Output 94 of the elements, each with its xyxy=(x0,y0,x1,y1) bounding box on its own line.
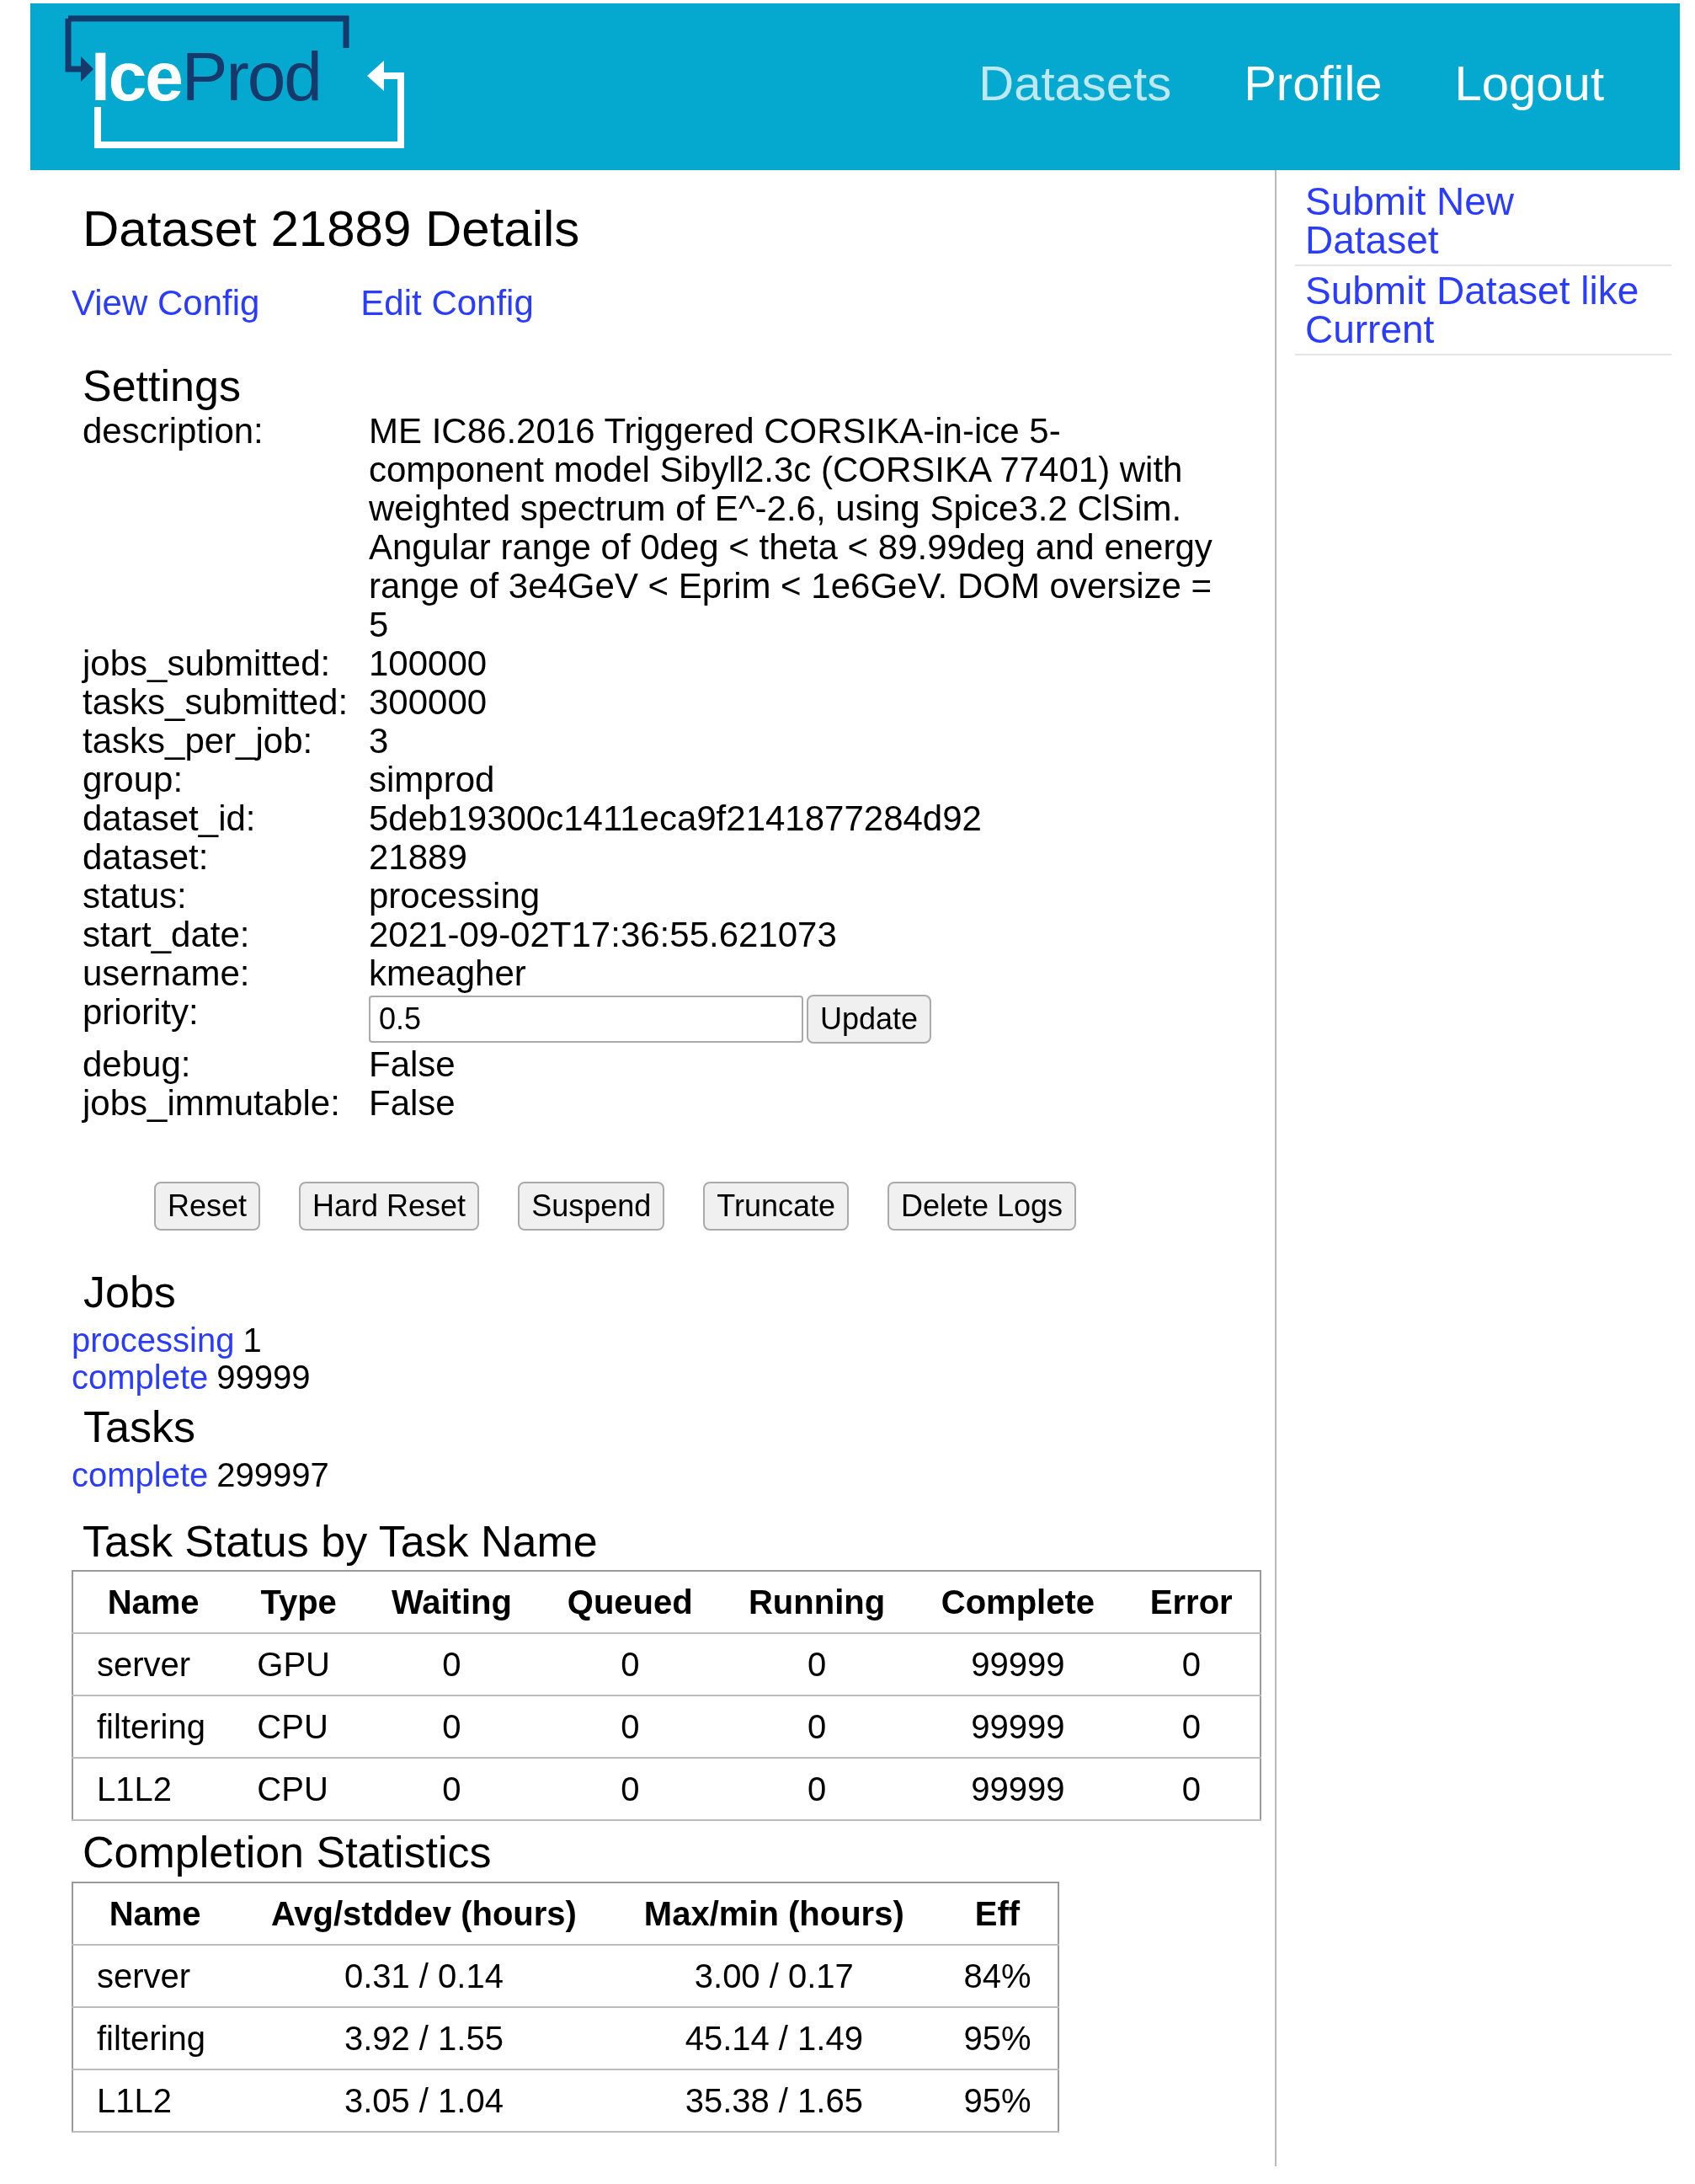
action-button[interactable]: Suspend xyxy=(518,1182,665,1231)
table-cell: 0.31 / 0.14 xyxy=(237,1944,611,2007)
logo-text: Ice xyxy=(91,42,182,111)
table-cell: 0 xyxy=(364,1695,540,1759)
table-cell: 3.00 / 0.17 xyxy=(610,1944,937,2007)
table-cell: 99999 xyxy=(913,1633,1123,1696)
column-header: Type xyxy=(233,1571,365,1634)
setting-value: 5deb19300c1411eca9f2141877284d92 xyxy=(369,799,983,839)
column-header: Error xyxy=(1122,1571,1261,1634)
table-cell: 99999 xyxy=(913,1758,1123,1821)
table-cell: 0 xyxy=(1122,1695,1261,1759)
column-header: Name xyxy=(72,1571,234,1634)
config-link[interactable]: Edit Config xyxy=(360,276,534,329)
table-cell: server xyxy=(72,1633,234,1696)
table-cell: 0 xyxy=(364,1758,540,1821)
setting-value: kmeagher xyxy=(369,954,527,994)
setting-value: False xyxy=(369,1045,456,1085)
setting-label: dataset: xyxy=(83,838,210,878)
setting-value: 2021-09-02T17:36:55.621073 xyxy=(369,916,838,955)
status-count: 299997 xyxy=(216,1455,329,1493)
status-link[interactable]: complete xyxy=(72,1359,209,1396)
table-cell: 0 xyxy=(1122,1758,1261,1821)
table-cell: L1L2 xyxy=(72,1758,234,1821)
table-cell: filtering xyxy=(72,2006,237,2069)
column-header: Running xyxy=(720,1571,914,1634)
table-cell: CPU xyxy=(233,1758,365,1821)
setting-value: 3 xyxy=(369,722,390,761)
setting-label: username: xyxy=(83,954,251,994)
page-title: Dataset 21889 Details xyxy=(83,200,581,259)
setting-label: status: xyxy=(83,877,188,916)
column-header: Complete xyxy=(913,1571,1123,1634)
table-cell: filtering xyxy=(72,1695,234,1759)
column-header: Max/min (hours) xyxy=(610,1882,937,1945)
table-cell: 0 xyxy=(539,1758,721,1821)
logo-text: Prod xyxy=(181,42,321,111)
action-button[interactable]: Reset xyxy=(154,1182,261,1231)
table-cell: 0 xyxy=(539,1695,721,1759)
setting-label: group: xyxy=(83,761,184,800)
table-cell: 0 xyxy=(720,1758,914,1821)
section-heading: Task Status by Task Name xyxy=(83,1515,599,1567)
setting-value: processing xyxy=(369,877,541,916)
table-cell: 0 xyxy=(364,1633,540,1696)
setting-value: 100000 xyxy=(369,644,488,684)
status-count: 1 xyxy=(243,1322,262,1359)
status-link[interactable]: processing xyxy=(72,1322,235,1359)
table-cell: 0 xyxy=(1122,1633,1261,1696)
table-cell: 84% xyxy=(937,1944,1058,2007)
table-cell: 3.05 / 1.04 xyxy=(237,2069,611,2132)
table-cell: 3.92 / 1.55 xyxy=(237,2006,611,2069)
table-cell: L1L2 xyxy=(72,2069,237,2132)
status-count: 99999 xyxy=(216,1359,311,1396)
table-cell: 95% xyxy=(937,2069,1058,2132)
setting-value: 300000 xyxy=(369,683,488,723)
config-link[interactable]: View Config xyxy=(72,276,260,329)
setting-label: jobs_immutable: xyxy=(83,1084,341,1124)
table-cell: 0 xyxy=(539,1633,721,1696)
column-header: Waiting xyxy=(364,1571,540,1634)
setting-label: tasks_submitted: xyxy=(83,683,349,723)
setting-label: priority: xyxy=(83,993,200,1034)
update-button[interactable]: Update xyxy=(807,995,932,1044)
table-cell: 0 xyxy=(720,1695,914,1759)
column-header: Eff xyxy=(937,1882,1058,1945)
table-cell: 0 xyxy=(720,1633,914,1696)
column-header: Queued xyxy=(539,1571,721,1634)
setting-label: dataset_id: xyxy=(83,799,257,839)
setting-value: ME IC86.2016 Triggered CORSIKA-in-ice 5-component model Sibyll2.3c (CORSIKA 77401) with weighted spectrum of E^-2.6, using Spice3.2 ClSim. Angular range of 0deg < theta < 89.99deg and energy range of 3e4GeV < Eprim < 1e6GeV. DOM oversize = 5 xyxy=(369,412,1213,645)
setting-value: 21889 xyxy=(369,838,468,878)
table-cell: 95% xyxy=(937,2006,1058,2069)
action-button[interactable]: Hard Reset xyxy=(299,1182,480,1231)
section-heading: Completion Statistics xyxy=(83,1827,493,1879)
setting-label: debug: xyxy=(83,1045,192,1085)
section-heading: Settings xyxy=(83,360,242,412)
setting-value: False xyxy=(369,1084,456,1124)
setting-label: jobs_submitted: xyxy=(83,644,332,684)
status-link[interactable]: complete xyxy=(72,1455,209,1493)
table-cell: GPU xyxy=(233,1633,365,1696)
sidebar-link[interactable]: Submit New Dataset xyxy=(1305,182,1646,259)
priority-field[interactable]: 0.5 xyxy=(369,996,803,1044)
action-button[interactable]: Delete Logs xyxy=(887,1182,1077,1231)
setting-label: tasks_per_job: xyxy=(83,722,314,761)
column-header: Name xyxy=(72,1882,237,1945)
setting-value: simprod xyxy=(369,761,496,800)
column-header: Avg/stddev (hours) xyxy=(237,1882,611,1945)
table-cell: server xyxy=(72,1944,237,2007)
table-cell: 99999 xyxy=(913,1695,1123,1759)
action-button[interactable]: Truncate xyxy=(703,1182,849,1231)
table-cell: CPU xyxy=(233,1695,365,1759)
table-cell: 45.14 / 1.49 xyxy=(610,2006,937,2069)
table-cell: 35.38 / 1.65 xyxy=(610,2069,937,2132)
setting-label: description: xyxy=(83,412,264,453)
section-heading: Jobs xyxy=(83,1267,177,1319)
sidebar-link[interactable]: Submit Dataset like Current xyxy=(1305,271,1646,349)
setting-label: start_date: xyxy=(83,916,251,955)
section-heading: Tasks xyxy=(83,1402,196,1453)
